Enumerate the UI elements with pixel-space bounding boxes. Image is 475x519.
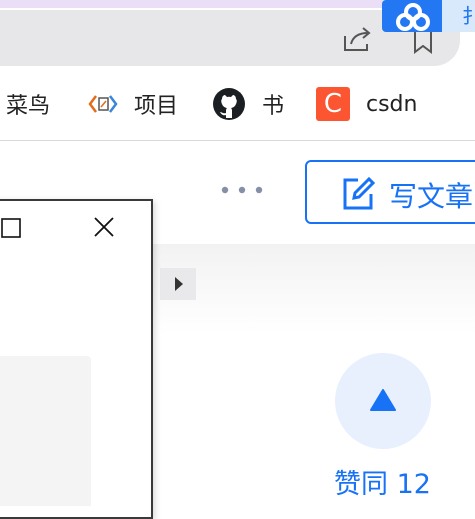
csdn-icon: C [316,87,350,121]
bookmark-shu[interactable]: 书 [212,82,284,126]
write-article-label: 写文章 [389,180,474,213]
cloud-link-icon[interactable] [392,2,434,32]
star-icon[interactable] [410,32,436,54]
bookmark-cainiao[interactable]: 菜鸟 [6,82,50,126]
bookmark-label: 菜鸟 [6,94,51,119]
bookmark-xiangmu[interactable]: 项目 [88,82,178,126]
upvote-count[interactable]: 赞同 12 [334,462,431,501]
bookmarks-bar: 菜鸟 项目 书 C csdn [0,82,475,126]
bookmark-csdn[interactable]: C csdn [316,82,417,126]
toolbar-divider [0,140,475,141]
popup-content-panel [0,356,91,506]
bookmark-label: 项目 [134,94,179,119]
extension-tab[interactable]: 扌 [442,0,475,32]
edit-icon [343,176,376,210]
code-bracket-icon [88,95,118,113]
bookmark-label: csdn [366,91,418,117]
github-icon [213,88,245,120]
write-article-button[interactable]: 写文章 [305,160,475,224]
close-icon[interactable] [92,215,116,239]
maximize-icon[interactable] [0,217,22,239]
bookmark-label: 书 [262,94,285,119]
triangle-up-icon [370,389,396,411]
share-icon[interactable] [341,26,375,54]
caret-right-icon [175,277,183,291]
ellipsis-icon[interactable] [219,180,265,200]
